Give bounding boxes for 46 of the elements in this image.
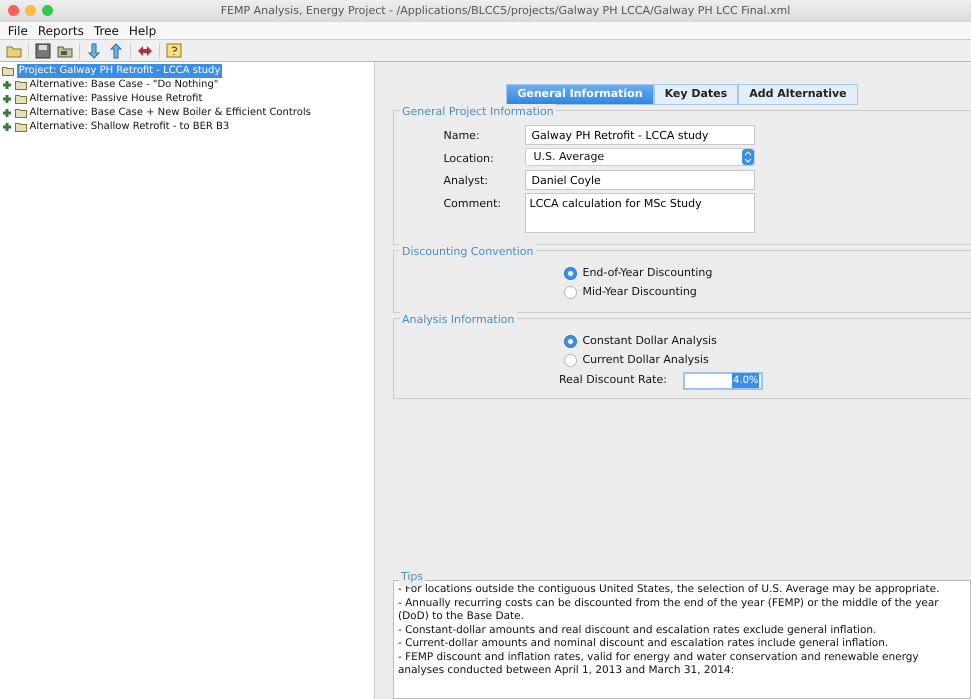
close-button[interactable]: [8, 5, 19, 16]
radio-button[interactable]: [564, 334, 577, 348]
window-title: FEMP Analysis, Energy Project - /Applications/BLCC5/projects/Galway PH LCCA/Galway PH LCC Final.xml: [220, 4, 790, 17]
radio-label: Current Dollar Analysis: [582, 352, 709, 368]
tree-item[interactable]: Alternative: Shallow Retrofit - to BER B3: [30, 120, 230, 134]
radio-button[interactable]: [564, 266, 577, 280]
field-label: Name:: [444, 128, 481, 144]
field-label: Analyst:: [444, 173, 490, 189]
folder-icon: [14, 80, 27, 90]
folder-icon: [2, 66, 14, 76]
tree-item[interactable]: Alternative: Passive House Retrofit: [30, 92, 202, 106]
tab[interactable]: Key Dates: [654, 84, 738, 104]
field-label: Comment:: [444, 196, 502, 212]
section-title: Discounting Convention: [400, 244, 536, 260]
section-title: Analysis Information: [400, 312, 516, 328]
up-arrow-icon[interactable]: [108, 42, 124, 58]
text-field[interactable]: Galway PH Retrofit - LCCA study: [524, 125, 754, 145]
expand-icon[interactable]: [2, 122, 12, 132]
folder-icon: [14, 122, 27, 132]
menu-item[interactable]: Help: [124, 22, 162, 39]
folder-icon: [14, 94, 27, 104]
section-title: General Project Information: [400, 104, 556, 120]
help-note-icon[interactable]: [166, 42, 182, 58]
tree-item[interactable]: Alternative: Base Case + New Boiler & Efficient Controls: [30, 106, 311, 120]
tree-item[interactable]: Alternative: Base Case - "Do Nothing": [30, 78, 218, 92]
radio-button[interactable]: [564, 354, 577, 367]
section-title: Tips: [399, 569, 426, 586]
expand-icon[interactable]: [2, 94, 12, 104]
menu-item[interactable]: Reports: [32, 22, 89, 39]
expand-icon[interactable]: [2, 80, 12, 90]
dropdown-arrows-icon: [742, 148, 754, 165]
folder-icon: [14, 108, 27, 118]
text-field[interactable]: Daniel Coyle: [524, 170, 754, 190]
comment-field[interactable]: LCCA calculation for MSc Study: [524, 192, 754, 233]
down-arrow-icon[interactable]: [86, 42, 102, 58]
field-label: Location:: [444, 150, 495, 167]
radio-label: Constant Dollar Analysis: [582, 333, 717, 349]
location-dropdown[interactable]: U.S. Average: [524, 148, 754, 166]
tab[interactable]: Add Alternative: [738, 84, 858, 104]
radio-label: End-of-Year Discounting: [582, 265, 712, 281]
field-label: Real Discount Rate:: [559, 372, 667, 388]
menu-item[interactable]: Tree: [88, 22, 124, 39]
menu-item[interactable]: File: [2, 22, 33, 39]
expand-icon[interactable]: [2, 108, 12, 118]
radio-button[interactable]: [564, 286, 577, 299]
radio-label: Mid-Year Discounting: [582, 284, 697, 300]
